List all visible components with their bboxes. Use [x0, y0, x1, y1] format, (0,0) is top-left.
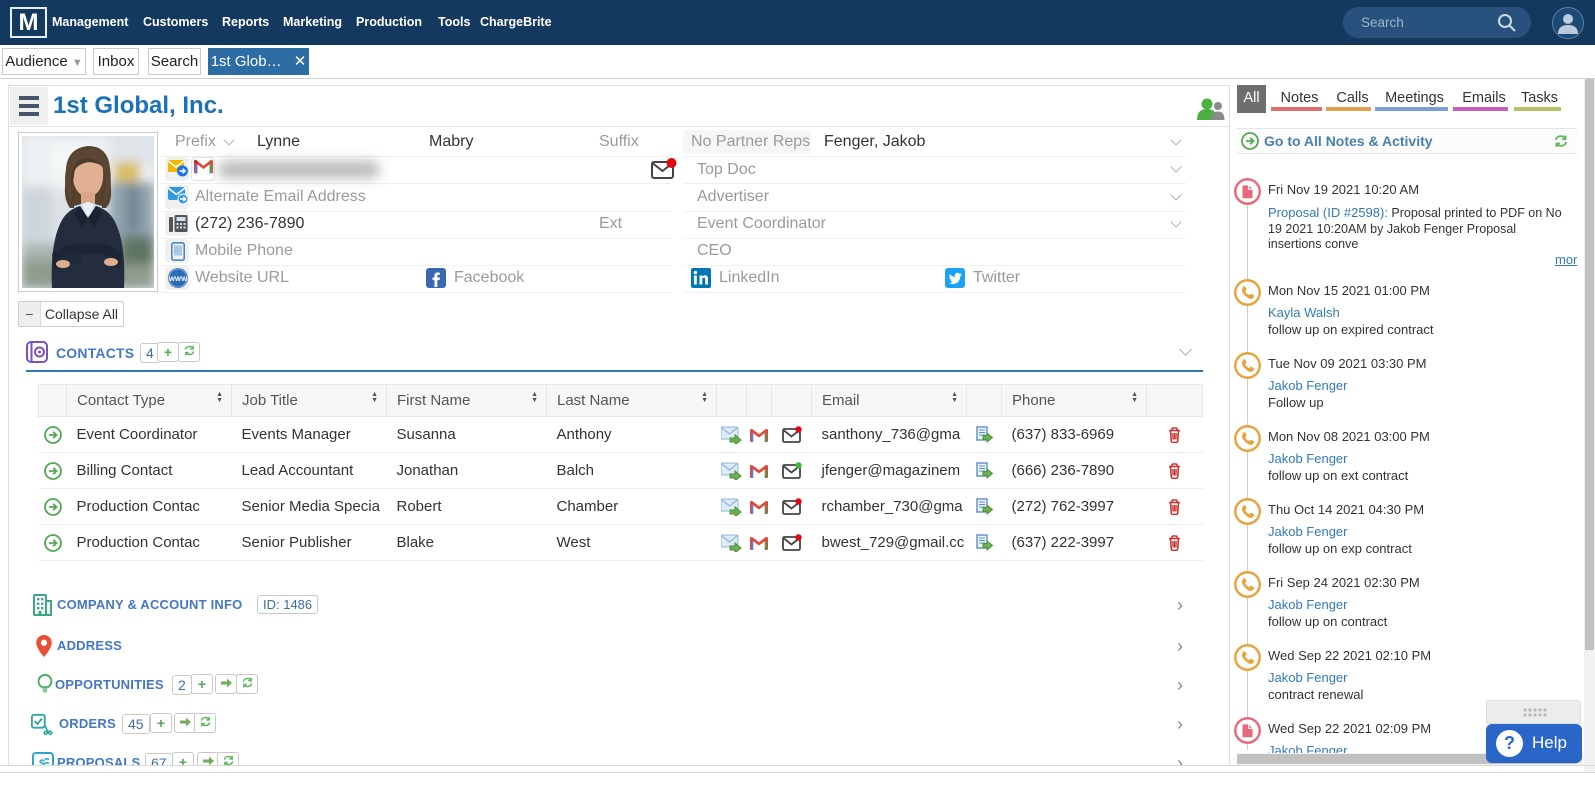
svg-text:WWW: WWW [169, 276, 188, 283]
svg-text:$: $ [39, 758, 45, 765]
